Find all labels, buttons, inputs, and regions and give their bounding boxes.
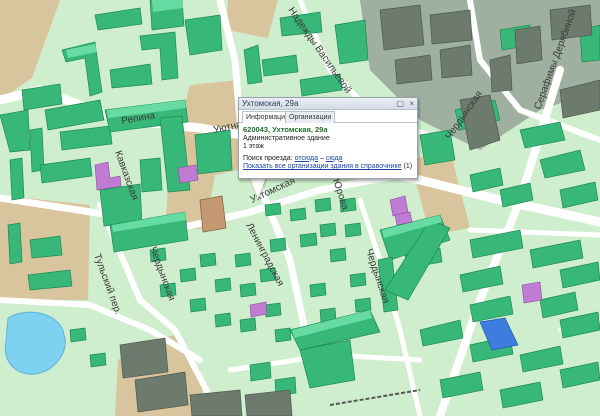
- building-floors: 1 этаж: [243, 143, 264, 150]
- tab-organizations[interactable]: Организации: [285, 111, 336, 123]
- organizations-row: Показать все организации здания в справо…: [243, 163, 413, 172]
- popup-pointer: [250, 177, 266, 199]
- info-popup[interactable]: Ухтомская, 29а ▢ × Информация Организаци…: [238, 97, 418, 179]
- city-map[interactable]: Репина Уютная Кавказская Ухтомская Черды…: [0, 0, 600, 416]
- popup-tabs: Информация Организации: [239, 110, 417, 123]
- route-search: Поиск проезда: отсюда – сюда: [243, 155, 413, 164]
- popup-title: Ухтомская, 29а: [242, 99, 299, 108]
- popup-controls: ▢ ×: [394, 99, 414, 109]
- route-label: Поиск проезда:: [243, 154, 293, 162]
- close-icon[interactable]: ×: [409, 99, 414, 108]
- selected-building[interactable]: [199, 195, 227, 233]
- route-to-link[interactable]: сюда: [326, 155, 343, 162]
- organizations-count: (1): [403, 163, 413, 170]
- route-from-link[interactable]: отсюда: [295, 155, 318, 162]
- minimize-icon[interactable]: ▢: [397, 99, 405, 108]
- popup-body: 620043, Ухтомская, 29а Административное …: [239, 123, 417, 175]
- popup-header: Ухтомская, 29а ▢ ×: [239, 98, 417, 110]
- building-address: 620043, Ухтомская, 29а: [243, 125, 328, 134]
- building-type: Административное здание: [243, 134, 330, 142]
- show-organizations-link[interactable]: Показать все организации здания в справо…: [243, 163, 402, 170]
- route-separator: –: [320, 154, 324, 162]
